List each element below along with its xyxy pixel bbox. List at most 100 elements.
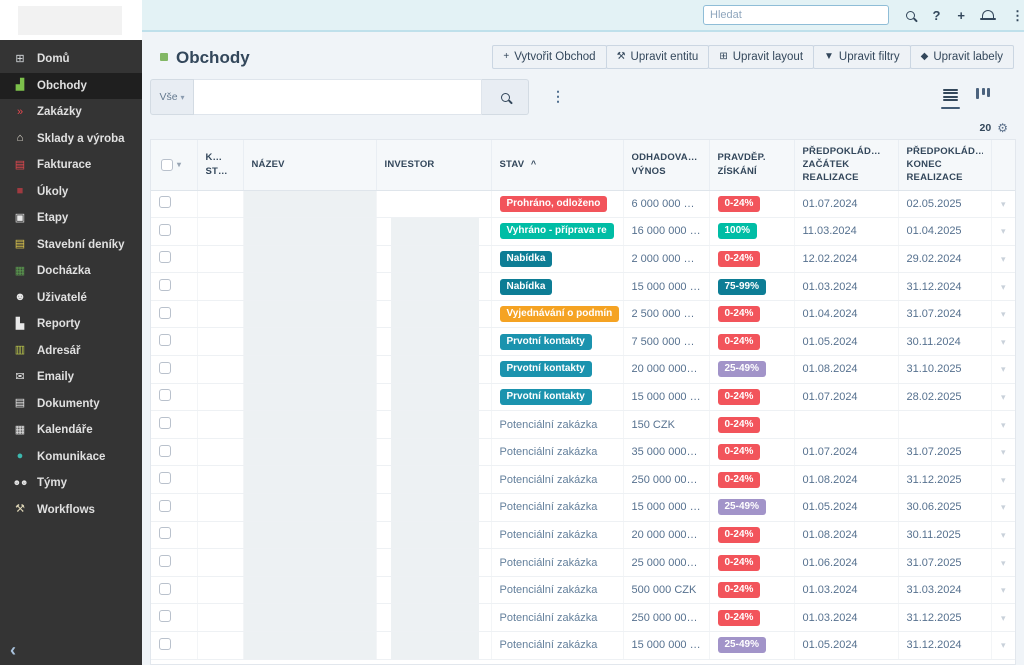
add-icon[interactable]: + [957,9,965,22]
table-row[interactable]: Potenciální zakázka15 000 000 …25-49%01.… [151,632,1015,660]
global-search-input[interactable] [703,5,889,25]
more-options-icon[interactable]: ⋮ [1011,9,1024,22]
sidebar-collapse-icon[interactable]: ‹ [10,641,16,659]
table-row[interactable]: Potenciální zakázka250 000 00…0-24%01.03… [151,604,1015,632]
sidebar-item-domu[interactable]: ⊞Domů [0,46,142,73]
row-checkbox[interactable] [159,638,171,650]
row-checkbox[interactable] [159,445,171,457]
sidebar-item-reporty[interactable]: ▙Reporty [0,311,142,338]
row-checkbox[interactable] [159,610,171,622]
row-checkbox[interactable] [159,527,171,539]
sidebar-item-dochazka[interactable]: ▦Docházka [0,258,142,285]
row-checkbox[interactable] [159,362,171,374]
sidebar-item-stavebni-deniky[interactable]: ▤Stavební deníky [0,232,142,259]
sidebar-item-adresar[interactable]: ▥Adresář [0,338,142,365]
table-search-input[interactable] [194,79,482,115]
row-menu-caret-icon[interactable]: ▾ [1001,420,1006,430]
table-row[interactable]: Potenciální zakázka150 CZK0-24%▾ [151,411,1015,439]
caret-down-icon[interactable]: ▾ [177,160,181,169]
row-menu-caret-icon[interactable]: ▾ [1001,392,1006,402]
sidebar-item-obchody[interactable]: ▟Obchody [0,73,142,100]
column-header-investor[interactable]: INVESTOR [376,140,491,190]
column-header-select[interactable]: ▾ [151,140,197,190]
table-row[interactable]: Nabídka2 000 000 …0-24%12.02.202429.02.2… [151,245,1015,273]
edit-labels-button[interactable]: ◆Upravit labely [910,45,1014,69]
search-icon[interactable] [906,11,915,20]
row-checkbox[interactable] [159,583,171,595]
row-menu-caret-icon[interactable]: ▾ [1001,530,1006,540]
sidebar-item-kalendare[interactable]: ▦Kalendáře [0,417,142,444]
row-checkbox[interactable] [159,307,171,319]
row-menu-caret-icon[interactable]: ▾ [1001,226,1006,236]
column-header-stav[interactable]: STAV ^ [491,140,623,190]
sidebar-item-etapy[interactable]: ▣Etapy [0,205,142,232]
sidebar-item-emaily[interactable]: ✉Emaily [0,364,142,391]
table-row[interactable]: Potenciální zakázka15 000 000 …25-49%01.… [151,494,1015,522]
table-search-button[interactable] [482,79,529,115]
table-row[interactable]: Vyhráno - příprava re16 000 000 …100%11.… [151,218,1015,246]
table-row[interactable]: Prvotní kontakty20 000 000…25-49%01.08.2… [151,356,1015,384]
edit-filters-button[interactable]: ▼Upravit filtry [813,45,911,69]
column-header-nazev[interactable]: NÁZEV [243,140,376,190]
row-checkbox[interactable] [159,500,171,512]
table-row[interactable]: Vyjednávání o podmín2 500 000 …0-24%01.0… [151,300,1015,328]
row-menu-caret-icon[interactable]: ▾ [1001,558,1006,568]
table-row[interactable]: Prvotní kontakty7 500 000 …0-24%01.05.20… [151,328,1015,356]
row-menu-caret-icon[interactable]: ▾ [1001,282,1006,292]
gear-icon[interactable]: ⚙ [997,122,1008,134]
row-checkbox[interactable] [159,555,171,567]
row-menu-caret-icon[interactable]: ▾ [1001,364,1006,374]
sidebar-item-tymy[interactable]: ☻☻Týmy [0,470,142,497]
edit-layout-button[interactable]: ⊞Upravit layout [708,45,814,69]
help-icon[interactable]: ? [932,9,940,22]
row-menu-caret-icon[interactable]: ▾ [1001,502,1006,512]
column-header-konec[interactable]: PŘEDPOKLÁD…KONECREALIZACE [898,140,991,190]
notifications-bell-icon[interactable] [982,10,994,20]
filter-more-icon[interactable]: ⋮ [551,88,565,105]
logo[interactable] [0,0,142,40]
row-menu-caret-icon[interactable]: ▾ [1001,254,1006,264]
row-checkbox[interactable] [159,196,171,208]
create-deal-button[interactable]: +Vytvořit Obchod [492,45,606,69]
sidebar-item-workflows[interactable]: ⚒Workflows [0,497,142,524]
kanban-view-toggle[interactable] [976,87,990,99]
sidebar-item-uzivatele[interactable]: ☻Uživatelé [0,285,142,312]
page-size-value[interactable]: 20 [980,122,992,134]
table-row[interactable]: Prvotní kontakty15 000 000 …0-24%01.07.2… [151,383,1015,411]
select-all-checkbox[interactable] [161,159,173,171]
table-row[interactable]: Potenciální zakázka25 000 000…0-24%01.06… [151,549,1015,577]
row-checkbox[interactable] [159,417,171,429]
row-checkbox[interactable] [159,251,171,263]
sidebar-item-zakazky[interactable]: »Zakázky [0,99,142,126]
edit-entity-button[interactable]: ⚒Upravit entitu [606,45,710,69]
column-header-pravdep[interactable]: PRAVDĚP.ZÍSKÁNÍ [709,140,794,190]
row-menu-caret-icon[interactable]: ▾ [1001,447,1006,457]
column-header-vynos[interactable]: ODHADOVA…VÝNOS [623,140,709,190]
sidebar-item-fakturace[interactable]: ▤Fakturace [0,152,142,179]
table-row[interactable]: Nabídka15 000 000 …75-99%01.03.202431.12… [151,273,1015,301]
list-view-toggle[interactable] [941,87,960,109]
sidebar-item-dokumenty[interactable]: ▤Dokumenty [0,391,142,418]
row-menu-caret-icon[interactable]: ▾ [1001,309,1006,319]
row-checkbox[interactable] [159,472,171,484]
sidebar-item-komunikace[interactable]: ●Komunikace [0,444,142,471]
row-menu-caret-icon[interactable]: ▾ [1001,585,1006,595]
row-checkbox[interactable] [159,224,171,236]
row-menu-caret-icon[interactable]: ▾ [1001,199,1006,209]
row-menu-caret-icon[interactable]: ▾ [1001,613,1006,623]
sidebar-item-ukoly[interactable]: ■Úkoly [0,179,142,206]
row-checkbox[interactable] [159,334,171,346]
table-row[interactable]: Potenciální zakázka500 000 CZK0-24%01.03… [151,576,1015,604]
table-row[interactable]: Potenciální zakázka35 000 000…0-24%01.07… [151,438,1015,466]
row-menu-caret-icon[interactable]: ▾ [1001,337,1006,347]
column-header-kst[interactable]: K…ST… [197,140,243,190]
row-checkbox[interactable] [159,279,171,291]
table-row[interactable]: Potenciální zakázka20 000 000…0-24%01.08… [151,521,1015,549]
row-menu-caret-icon[interactable]: ▾ [1001,475,1006,485]
row-menu-caret-icon[interactable]: ▾ [1001,640,1006,650]
sidebar-item-sklady-a-vyroba[interactable]: ⌂Sklady a výroba [0,126,142,153]
table-row[interactable]: Potenciální zakázka250 000 00…0-24%01.08… [151,466,1015,494]
scope-dropdown[interactable]: Vše ▾ [150,79,194,115]
table-row[interactable]: Prohráno, odloženo6 000 000 …0-24%01.07.… [151,190,1015,218]
column-header-zacatek[interactable]: PŘEDPOKLÁD…ZAČÁTEKREALIZACE [794,140,898,190]
